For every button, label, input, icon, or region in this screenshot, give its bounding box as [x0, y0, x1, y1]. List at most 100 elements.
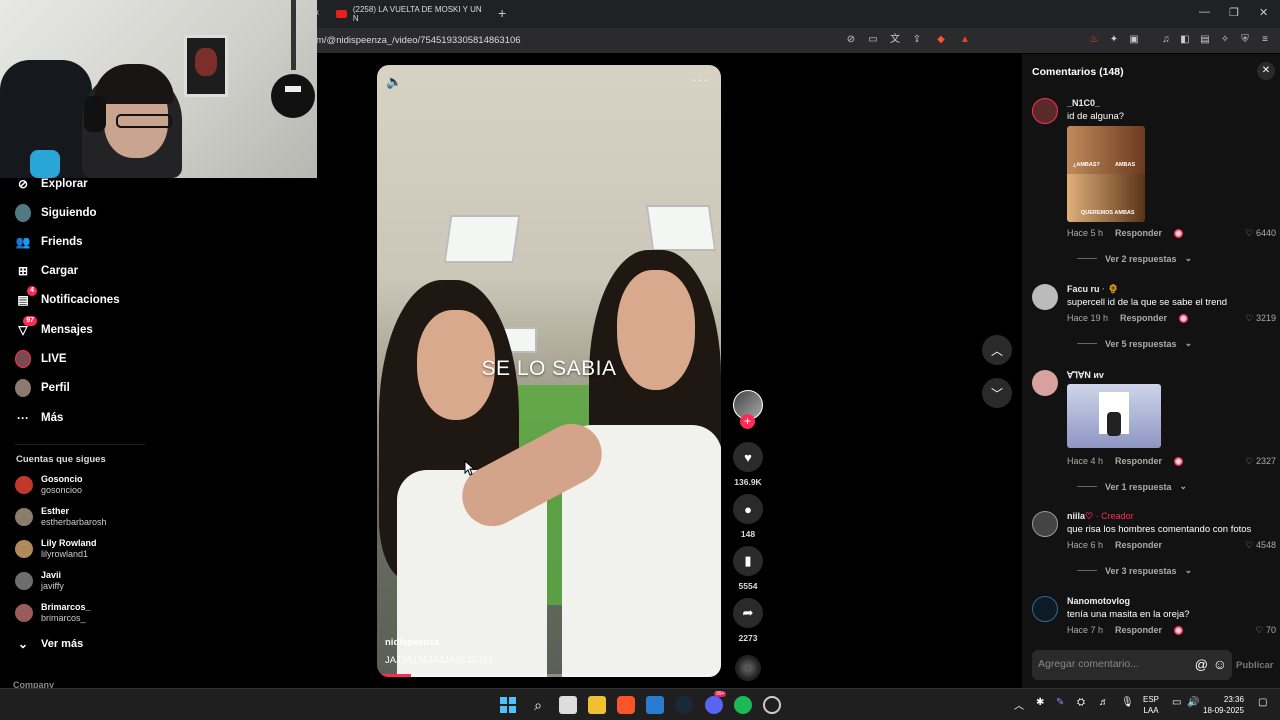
avatar[interactable] — [1032, 596, 1058, 622]
comment-username[interactable]: Nanomotovlog — [1067, 596, 1130, 606]
spotify-icon[interactable] — [734, 696, 752, 714]
new-tab-button[interactable]: + — [498, 5, 506, 21]
following-account[interactable]: Javii javiffy — [15, 570, 64, 592]
brave-shields-icon[interactable]: ◆ — [934, 33, 948, 47]
microphone-icon[interactable]: 🎙 — [1121, 697, 1134, 708]
leo-ai-icon[interactable]: ✧ — [1218, 33, 1232, 47]
see-more-button[interactable]: ⌄ Ver más — [15, 632, 83, 656]
screenshot-icon[interactable]: ▣ — [1127, 33, 1141, 47]
avatar[interactable] — [1032, 98, 1058, 124]
windows-start-icon[interactable] — [499, 696, 517, 714]
follow-plus-button[interactable]: + — [740, 414, 755, 429]
sidebar-item-explorar[interactable]: ⊘ Explorar — [15, 172, 88, 196]
reply-button[interactable]: Responder — [1115, 625, 1162, 635]
fire-icon[interactable]: ♨ — [1087, 33, 1101, 47]
publish-button[interactable]: Publicar — [1236, 660, 1274, 671]
comment-photo-image[interactable] — [1067, 384, 1161, 448]
view-replies-button[interactable]: Ver 1 respuesta ⌄ — [1077, 481, 1187, 492]
share-icon[interactable]: ⇪ — [910, 33, 924, 47]
following-account[interactable]: Lily Rowland lilyrowland1 — [15, 538, 97, 560]
language-indicator[interactable]: ESP LAA — [1143, 694, 1159, 716]
sidebar-item-siguiendo[interactable]: Siguiendo — [15, 201, 97, 225]
discord-icon[interactable]: 99+ — [705, 691, 727, 714]
url-field[interactable]: m/@nidispeenza_/video/754519330581486310… — [316, 35, 521, 46]
notification-center-icon[interactable]: ▢ — [1258, 697, 1267, 708]
avatar[interactable] — [1032, 284, 1058, 310]
comment-username[interactable]: niila♡ · Creador — [1067, 511, 1134, 522]
music-icon[interactable]: ♫ — [1159, 33, 1173, 47]
steam-icon[interactable] — [675, 696, 693, 714]
close-comments-button[interactable]: ✕ — [1257, 62, 1275, 80]
sound-icon[interactable]: 🔈 — [386, 74, 402, 90]
comment-likes[interactable]: ♡ 6440 — [1245, 228, 1276, 239]
save-button[interactable]: ▮ 5554 — [733, 546, 763, 591]
system-clock[interactable]: 23:36 18-09-2025 — [1203, 694, 1244, 716]
comment-likes[interactable]: ♡ 2327 — [1245, 456, 1276, 467]
extensions-icon[interactable]: ✦ — [1107, 33, 1121, 47]
comment-likes[interactable]: ♡ 4548 — [1245, 540, 1276, 551]
cast-icon[interactable]: ▭ — [866, 33, 880, 47]
view-replies-button[interactable]: Ver 3 respuestas ⌄ — [1077, 565, 1192, 576]
more-options-icon[interactable]: ··· — [692, 71, 709, 87]
restore-button[interactable]: ❐ — [1229, 6, 1239, 19]
comment-input[interactable]: Agregar comentario... @ ☺ — [1032, 650, 1232, 680]
translate-icon[interactable]: 文 — [888, 33, 902, 47]
menu-icon[interactable]: ≡ — [1258, 33, 1272, 47]
close-window-button[interactable]: ✕ — [1259, 6, 1268, 19]
vpn-icon[interactable]: ⛨ — [1238, 33, 1252, 47]
video-username[interactable]: nidispeenza_ — [385, 637, 445, 648]
sidebar-toggle-icon[interactable]: ◧ — [1178, 33, 1192, 47]
mention-icon[interactable]: @ — [1195, 657, 1208, 672]
tray-app-icon[interactable]: ✎ — [1056, 697, 1064, 708]
comment-username[interactable]: ꓯꓶꓯN ᴎv — [1067, 370, 1104, 381]
browser-tab[interactable]: (2258) LA VUELTA DE MOSKI Y UN N — [328, 2, 488, 26]
brave-browser-icon[interactable] — [617, 696, 635, 714]
comment-likes[interactable]: ♡ 70 — [1255, 625, 1276, 636]
photos-icon[interactable] — [646, 696, 664, 714]
following-account[interactable]: Brimarcos_ brimarcos_ — [15, 602, 91, 624]
reply-button[interactable]: Responder — [1115, 456, 1162, 466]
sidebar-item-cargar[interactable]: ⊞ Cargar — [15, 259, 78, 283]
task-view-icon[interactable] — [559, 696, 577, 714]
minimize-button[interactable]: — — [1199, 6, 1210, 18]
video-progress-bar[interactable] — [377, 674, 721, 677]
view-replies-button[interactable]: Ver 2 respuestas ⌄ — [1077, 253, 1192, 264]
tray-chevron-up-icon[interactable]: ︿ — [1014, 697, 1024, 712]
following-account[interactable]: Esther estherbarbarosh — [15, 506, 107, 528]
sidebar-item-notificaciones[interactable]: ▤ 4 Notificaciones — [15, 286, 120, 312]
tray-steam-icon[interactable]: ⛭ — [1077, 697, 1085, 708]
obs-icon[interactable] — [763, 696, 781, 714]
search-icon[interactable]: ⌕ — [529, 696, 547, 714]
sidebar-item-mensajes[interactable]: ▽ 97 Mensajes — [15, 316, 93, 342]
sidebar-item-perfil[interactable]: Perfil — [15, 376, 70, 400]
reply-button[interactable]: Responder — [1115, 228, 1162, 238]
comment-username[interactable]: _N1C0_ — [1067, 98, 1100, 108]
avatar[interactable] — [1032, 370, 1058, 396]
file-explorer-icon[interactable] — [588, 696, 606, 714]
following-account[interactable]: Gosoncio gosoncioo — [15, 474, 83, 496]
comment-username[interactable]: Facu ru · 🌻 — [1067, 284, 1119, 295]
tray-app-icon[interactable]: ✱ — [1036, 697, 1044, 708]
reply-button[interactable]: Responder — [1115, 540, 1162, 550]
share-button[interactable]: ➦ 2273 — [733, 598, 763, 643]
volume-icon[interactable]: 🔊 — [1187, 697, 1199, 708]
emoji-icon[interactable]: ☺ — [1213, 656, 1227, 672]
music-disc-icon[interactable] — [735, 655, 761, 681]
next-video-button[interactable]: ﹀ — [982, 378, 1012, 408]
headset-icon[interactable]: ♬ — [1099, 697, 1109, 708]
no-camera-icon[interactable]: ⊘ — [844, 33, 858, 47]
network-icon[interactable]: ▭ — [1172, 697, 1181, 708]
sidebar-item-mas[interactable]: ··· Más — [15, 406, 63, 430]
view-replies-button[interactable]: Ver 5 respuestas ⌄ — [1077, 338, 1192, 349]
brave-rewards-icon[interactable]: ▲ — [958, 33, 972, 47]
wallet-icon[interactable]: ▤ — [1198, 33, 1212, 47]
comment-button[interactable]: ● 148 — [733, 494, 763, 539]
avatar[interactable] — [1032, 511, 1058, 537]
like-button[interactable]: ♥ 136.9K — [733, 442, 763, 487]
comment-likes[interactable]: ♡ 3219 — [1245, 313, 1276, 324]
sidebar-item-live[interactable]: LIVE — [15, 347, 67, 371]
comment-meme-image[interactable]: ¿AMBAS? AMBAS QUEREMOS AMBAS — [1067, 126, 1145, 222]
video-player[interactable]: 🔈 ··· SE LO SABIA nidispeenza_ JAJJAJJAJ… — [377, 65, 721, 677]
previous-video-button[interactable]: ︿ — [982, 335, 1012, 365]
reply-button[interactable]: Responder — [1120, 313, 1167, 323]
